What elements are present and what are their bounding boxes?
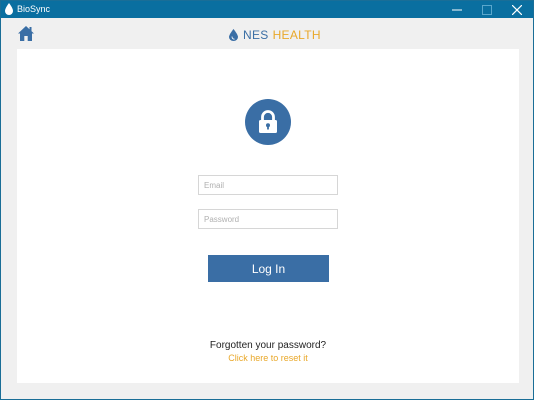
home-icon: [18, 26, 34, 41]
home-button[interactable]: [17, 25, 35, 42]
close-icon: [512, 4, 522, 15]
email-field[interactable]: [198, 175, 338, 195]
lock-badge: [245, 99, 291, 145]
water-drop-icon: [229, 29, 238, 41]
brand-name-primary: NES: [243, 28, 269, 42]
app-drop-icon: [5, 3, 13, 15]
app-header: NES HEALTH: [1, 18, 533, 48]
window-title: BioSync: [17, 4, 51, 14]
brand-logo: NES HEALTH: [229, 27, 321, 43]
maximize-icon: [482, 4, 492, 15]
lock-icon: [259, 110, 277, 133]
reset-password-link[interactable]: Click here to reset it: [17, 353, 519, 363]
maximize-button[interactable]: [472, 1, 502, 18]
minimize-button[interactable]: [442, 1, 472, 18]
title-bar[interactable]: BioSync: [1, 1, 533, 18]
close-button[interactable]: [502, 1, 532, 18]
login-button[interactable]: Log In: [208, 255, 329, 282]
password-field[interactable]: [198, 209, 338, 229]
forgot-password-text: Forgotten your password?: [209, 340, 327, 351]
login-panel: Log In Forgotten your password? Click he…: [17, 49, 519, 383]
brand-name-secondary: HEALTH: [272, 28, 321, 42]
app-window: BioSync NES HEALTH Email Log In Forgotte…: [0, 0, 534, 400]
minimize-icon: [452, 9, 462, 10]
